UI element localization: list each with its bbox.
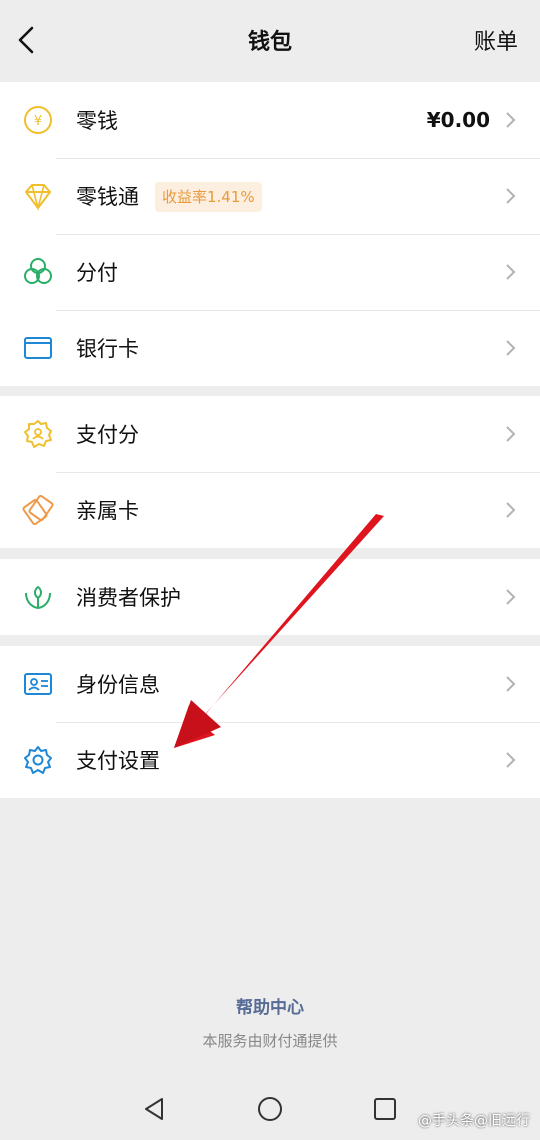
row-label: 亲属卡 xyxy=(76,499,139,523)
row-identity-info[interactable]: 身份信息 xyxy=(0,646,540,722)
row-family-card[interactable]: 亲属卡 xyxy=(0,472,540,548)
nav-recents-button[interactable] xyxy=(370,1094,400,1124)
watermark: @手头条@旧远行 xyxy=(418,1113,530,1129)
chevron-right-icon xyxy=(504,110,516,130)
bill-button[interactable]: 账单 xyxy=(474,24,518,56)
chevron-right-icon xyxy=(504,262,516,282)
row-label: 银行卡 xyxy=(76,337,139,361)
chevron-right-icon xyxy=(504,500,516,520)
row-label: 零钱通 xyxy=(76,185,139,209)
wallet-group-primary: ¥ 零钱 ¥0.00 零钱通 收益率1.41% 分付 银行卡 xyxy=(0,82,540,386)
yield-badge: 收益率1.41% xyxy=(155,182,262,212)
diamond-icon xyxy=(22,180,54,212)
chevron-right-icon xyxy=(504,186,516,206)
chevron-right-icon xyxy=(504,424,516,444)
row-change[interactable]: ¥ 零钱 ¥0.00 xyxy=(0,82,540,158)
family-card-icon xyxy=(22,494,54,526)
row-label: 分付 xyxy=(76,261,118,285)
yuan-coin-icon: ¥ xyxy=(22,104,54,136)
row-label: 支付分 xyxy=(76,423,139,447)
chevron-right-icon xyxy=(504,338,516,358)
fenfu-icon xyxy=(22,256,54,288)
svg-text:¥: ¥ xyxy=(34,114,42,129)
row-label: 身份信息 xyxy=(76,673,160,697)
row-pay-score[interactable]: 支付分 xyxy=(0,396,540,472)
square-recents-icon xyxy=(374,1098,396,1120)
chevron-right-icon xyxy=(504,750,516,770)
id-card-icon xyxy=(22,668,54,700)
row-bank-card[interactable]: 银行卡 xyxy=(0,310,540,386)
circle-home-icon xyxy=(258,1097,282,1121)
balance-value: ¥0.00 xyxy=(426,108,490,132)
triangle-back-icon xyxy=(145,1098,163,1120)
service-provider-note: 本服务由财付通提供 xyxy=(202,1032,338,1050)
bank-card-icon xyxy=(22,332,54,364)
nav-home-button[interactable] xyxy=(255,1094,285,1124)
chevron-right-icon xyxy=(504,587,516,607)
credit-score-icon xyxy=(22,418,54,450)
wallet-group-protection: 消费者保护 xyxy=(0,559,540,635)
nav-back-button[interactable] xyxy=(140,1094,170,1124)
chevron-right-icon xyxy=(504,674,516,694)
row-lingqiantong[interactable]: 零钱通 收益率1.41% xyxy=(0,158,540,234)
gear-icon xyxy=(22,744,54,776)
wallet-group-credit: 支付分 亲属卡 xyxy=(0,396,540,548)
row-label: 消费者保护 xyxy=(76,586,181,610)
wallet-group-settings: 身份信息 支付设置 xyxy=(0,646,540,798)
help-center-link[interactable]: 帮助中心 xyxy=(0,993,540,1018)
top-bar: 钱包 账单 xyxy=(0,0,540,82)
row-payment-settings[interactable]: 支付设置 xyxy=(0,722,540,798)
protection-hands-icon xyxy=(22,581,54,613)
page-title: 钱包 xyxy=(247,30,292,55)
row-fenfu[interactable]: 分付 xyxy=(0,234,540,310)
row-consumer-protection[interactable]: 消费者保护 xyxy=(0,559,540,635)
row-label: 零钱 xyxy=(76,109,118,133)
row-label: 支付设置 xyxy=(76,749,160,773)
